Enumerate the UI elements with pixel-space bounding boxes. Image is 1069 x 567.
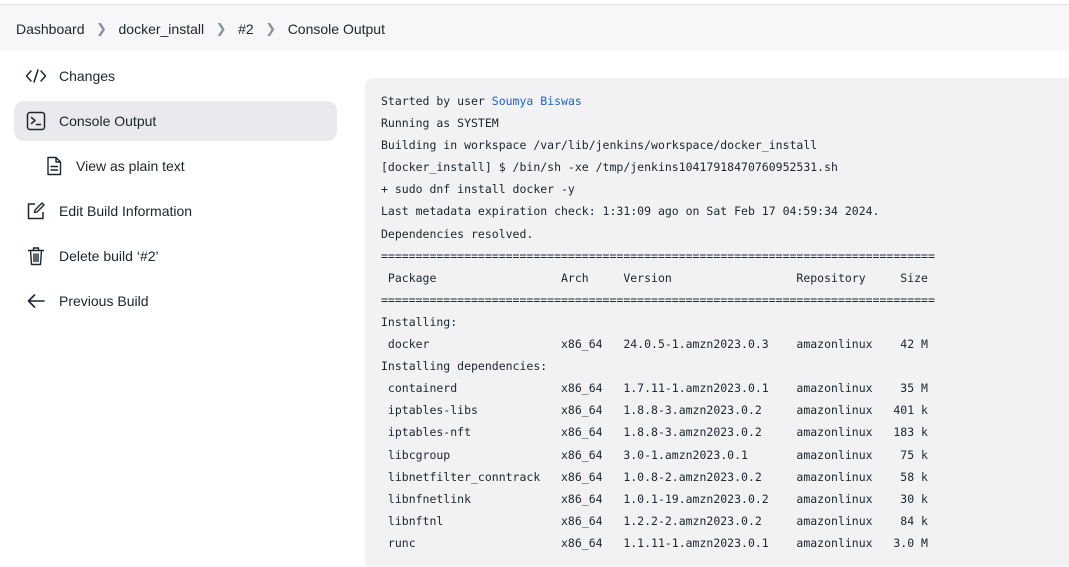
breadcrumb-console-output[interactable]: Console Output: [288, 21, 385, 37]
sidebar-item-label: View as plain text: [76, 158, 185, 174]
trash-icon: [25, 245, 47, 267]
chevron-right-icon: ❯: [265, 20, 277, 36]
console-line: ========================================…: [381, 248, 935, 263]
document-icon: [43, 155, 65, 177]
console-line: runc x86_64 1.1.11-1.amzn2023.0.1 amazon…: [381, 535, 928, 550]
sidebar-item-previous-build[interactable]: Previous Build: [14, 281, 337, 321]
chevron-right-icon: ❯: [215, 20, 227, 36]
sidebar-item-label: Changes: [59, 68, 116, 84]
console-line: iptables-libs x86_64 1.8.8-3.amzn2023.0.…: [381, 403, 928, 418]
breadcrumb-bar: Dashboard ❯ docker_install ❯ #2 ❯ Consol…: [0, 4, 1069, 51]
console-output-panel: Started by user Soumya Biswas Running as …: [365, 78, 1069, 567]
arrow-left-icon: [25, 290, 47, 312]
console-line: Installing dependencies:: [381, 359, 548, 374]
sidebar-item-console-output[interactable]: Console Output: [14, 101, 337, 141]
sidebar-item-label: Console Output: [59, 113, 157, 129]
chevron-right-icon: ❯: [96, 20, 107, 36]
code-icon: [25, 65, 47, 87]
edit-icon: [25, 200, 47, 222]
console-line: containerd x86_64 1.7.11-1.amzn2023.0.1 …: [381, 381, 928, 396]
console-line: Dependencies resolved.: [381, 226, 534, 241]
terminal-icon: [25, 110, 47, 132]
breadcrumb: Dashboard ❯ docker_install ❯ #2 ❯ Consol…: [16, 5, 385, 52]
console-log: Started by user Soumya Biswas Running as …: [381, 90, 935, 554]
sidebar-item-label: Delete build ‘#2’: [59, 248, 159, 264]
breadcrumb-job[interactable]: docker_install: [119, 21, 205, 37]
console-line-text: Started by user: [381, 94, 492, 108]
console-line: Installing:: [381, 314, 458, 329]
console-line: Package Arch Version Repository Size: [381, 270, 928, 285]
console-line: Last metadata expiration check: 1:31:09 …: [381, 204, 880, 219]
console-line: libnftnl x86_64 1.2.2-2.amzn2023.0.2 ama…: [381, 513, 928, 528]
sidebar-item-edit-build-information[interactable]: Edit Build Information: [14, 191, 337, 231]
console-line: iptables-nft x86_64 1.8.8-3.amzn2023.0.2…: [381, 425, 928, 440]
console-line: Running as SYSTEM: [381, 116, 499, 131]
breadcrumb-dashboard[interactable]: Dashboard: [16, 21, 85, 37]
console-line: libnfnetlink x86_64 1.0.1-19.amzn2023.0.…: [381, 491, 928, 506]
sidebar-item-view-plain-text[interactable]: View as plain text: [14, 146, 337, 186]
sidebar-item-changes[interactable]: Changes: [14, 56, 337, 96]
sidebar-item-label: Edit Build Information: [59, 203, 193, 219]
console-line: libnetfilter_conntrack x86_64 1.0.8-2.am…: [381, 469, 928, 484]
console-line: Started by user Soumya Biswas: [381, 90, 935, 112]
user-link[interactable]: Soumya Biswas: [492, 94, 582, 108]
console-line: libcgroup x86_64 3.0-1.amzn2023.0.1 amaz…: [381, 447, 928, 462]
sidebar-item-delete-build[interactable]: Delete build ‘#2’: [14, 236, 337, 276]
console-line: Building in workspace /var/lib/jenkins/w…: [381, 138, 818, 153]
console-line: ========================================…: [381, 292, 935, 307]
console-line: + sudo dnf install docker -y: [381, 182, 575, 197]
console-line: [docker_install] $ /bin/sh -xe /tmp/jenk…: [381, 160, 838, 175]
sidebar: Changes Console Output View as plain tex…: [14, 56, 337, 326]
sidebar-item-label: Previous Build: [59, 293, 149, 309]
console-line: docker x86_64 24.0.5-1.amzn2023.0.3 amaz…: [381, 337, 928, 352]
breadcrumb-build[interactable]: #2: [238, 21, 254, 37]
